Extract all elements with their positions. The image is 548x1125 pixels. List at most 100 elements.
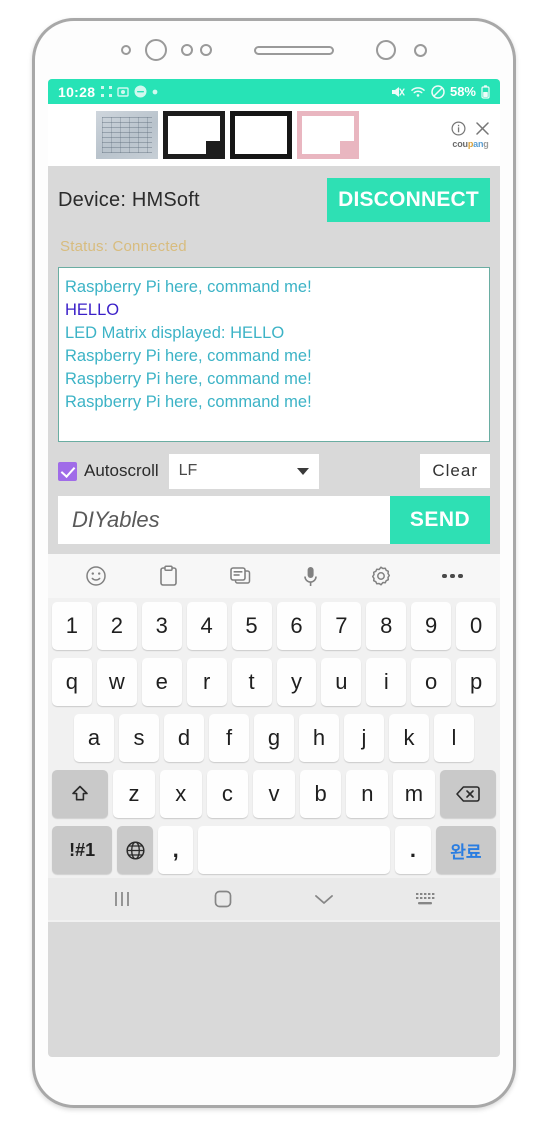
disconnect-button[interactable]: DISCONNECT xyxy=(327,178,490,222)
keyboard-switch-icon[interactable] xyxy=(415,891,437,907)
log-line: HELLO xyxy=(65,301,120,319)
ad-thumbnail-whiteboard-dark[interactable] xyxy=(230,111,292,159)
camera-icon xyxy=(376,40,396,60)
key-n[interactable]: n xyxy=(346,770,389,818)
volume-down-button[interactable] xyxy=(35,99,42,177)
space-key[interactable] xyxy=(198,826,391,874)
chevron-down-icon[interactable] xyxy=(312,890,336,908)
key-z[interactable]: z xyxy=(113,770,155,818)
key-r[interactable]: r xyxy=(186,658,227,706)
log-line: Raspberry Pi here, command me! xyxy=(65,393,312,411)
key-d[interactable]: d xyxy=(164,714,204,762)
key-g[interactable]: g xyxy=(254,714,294,762)
phone-sensor-bar xyxy=(35,21,513,79)
symbols-key[interactable]: !#1 xyxy=(52,826,113,874)
key-9[interactable]: 9 xyxy=(411,602,452,650)
key-e[interactable]: e xyxy=(141,658,182,706)
app-content: Device: HMSoft DISCONNECT Status: Connec… xyxy=(48,166,500,554)
clear-button[interactable]: Clear xyxy=(420,454,490,488)
key-o[interactable]: o xyxy=(411,658,452,706)
globe-icon xyxy=(125,840,145,860)
settings-icon[interactable] xyxy=(370,565,392,587)
wifi-icon xyxy=(411,87,425,97)
send-button[interactable]: SEND xyxy=(390,496,490,544)
key-f[interactable]: f xyxy=(209,714,249,762)
key-w[interactable]: w xyxy=(96,658,137,706)
ad-brand-logo: coupang xyxy=(452,139,488,149)
done-key[interactable]: 완료 xyxy=(435,826,496,874)
key-c[interactable]: c xyxy=(206,770,249,818)
key-x[interactable]: x xyxy=(159,770,202,818)
key-y[interactable]: y xyxy=(276,658,317,706)
key-u[interactable]: u xyxy=(321,658,362,706)
message-input[interactable] xyxy=(58,496,390,544)
line-ending-dropdown[interactable]: LF xyxy=(168,453,319,489)
dot-icon xyxy=(152,89,158,94)
mute-icon xyxy=(391,86,405,97)
phone-screen: 10:28 58% coupang Device: HMSoft DISCONN… xyxy=(48,79,500,1057)
ad-thumbnail-whiteboard-pink[interactable] xyxy=(297,111,359,159)
log-line: Raspberry Pi here, command me! xyxy=(65,347,312,365)
key-7[interactable]: 7 xyxy=(321,602,362,650)
key-j[interactable]: j xyxy=(344,714,384,762)
navigation-bar xyxy=(48,878,500,920)
language-key[interactable] xyxy=(117,826,153,874)
key-i[interactable]: i xyxy=(366,658,407,706)
sensor-dot-icon xyxy=(121,45,131,55)
period-key[interactable]: . xyxy=(395,826,431,874)
on-screen-keyboard: 1234567890 qwertyuiop asdfghjkl zxcvbnm … xyxy=(48,554,500,922)
ad-thumbnail-circuit-board[interactable] xyxy=(96,111,158,159)
key-b[interactable]: b xyxy=(299,770,342,818)
key-q[interactable]: q xyxy=(51,658,92,706)
autoscroll-toggle[interactable]: Autoscroll xyxy=(58,461,159,481)
sensor-dot-icon xyxy=(200,44,212,56)
log-line: Raspberry Pi here, command me! xyxy=(65,370,312,388)
screenshot-icon xyxy=(117,87,130,97)
key-6[interactable]: 6 xyxy=(276,602,317,650)
sticker-icon[interactable] xyxy=(229,566,252,587)
key-2[interactable]: 2 xyxy=(96,602,137,650)
comma-key[interactable]: , xyxy=(157,826,194,874)
advertisement-banner[interactable]: coupang xyxy=(48,104,500,166)
key-m[interactable]: m xyxy=(393,770,435,818)
shift-key[interactable] xyxy=(51,770,109,818)
key-v[interactable]: v xyxy=(253,770,295,818)
microphone-icon[interactable] xyxy=(302,565,319,588)
status-time: 10:28 xyxy=(58,83,96,100)
key-h[interactable]: h xyxy=(299,714,339,762)
ad-brand-part: an xyxy=(473,139,484,149)
key-8[interactable]: 8 xyxy=(366,602,407,650)
key-5[interactable]: 5 xyxy=(231,602,272,650)
front-camera-icon xyxy=(145,39,167,61)
key-k[interactable]: k xyxy=(389,714,429,762)
key-a[interactable]: a xyxy=(74,714,114,762)
key-t[interactable]: t xyxy=(231,658,272,706)
status-left-icons xyxy=(101,85,158,98)
info-icon[interactable] xyxy=(451,121,466,136)
home-icon[interactable] xyxy=(212,888,234,910)
key-l[interactable]: l xyxy=(434,714,474,762)
emoji-icon[interactable] xyxy=(85,565,107,587)
send-row: SEND xyxy=(58,494,490,554)
ad-meta-icons[interactable] xyxy=(451,121,490,136)
ad-thumbnail-whiteboard-black[interactable] xyxy=(163,111,225,159)
key-p[interactable]: p xyxy=(456,658,497,706)
backspace-key[interactable] xyxy=(439,770,497,818)
more-icon[interactable] xyxy=(442,573,463,579)
key-1[interactable]: 1 xyxy=(51,602,92,650)
power-button[interactable] xyxy=(35,177,42,289)
key-s[interactable]: s xyxy=(119,714,159,762)
keyboard-toolbar xyxy=(48,554,500,598)
controls-row: Autoscroll LF Clear xyxy=(58,442,490,494)
key-4[interactable]: 4 xyxy=(186,602,227,650)
serial-log-output[interactable]: Raspberry Pi here, command me! HELLO LED M… xyxy=(58,267,490,442)
key-3[interactable]: 3 xyxy=(141,602,182,650)
autoscroll-checkbox[interactable] xyxy=(58,461,77,481)
backspace-icon xyxy=(456,786,480,802)
clipboard-icon[interactable] xyxy=(158,564,179,588)
close-icon[interactable] xyxy=(475,121,490,136)
keyboard-row-letters-3: zxcvbnm xyxy=(48,766,500,822)
ad-thumbnail-list[interactable] xyxy=(96,111,359,159)
key-0[interactable]: 0 xyxy=(456,602,497,650)
recents-icon[interactable] xyxy=(111,889,133,909)
